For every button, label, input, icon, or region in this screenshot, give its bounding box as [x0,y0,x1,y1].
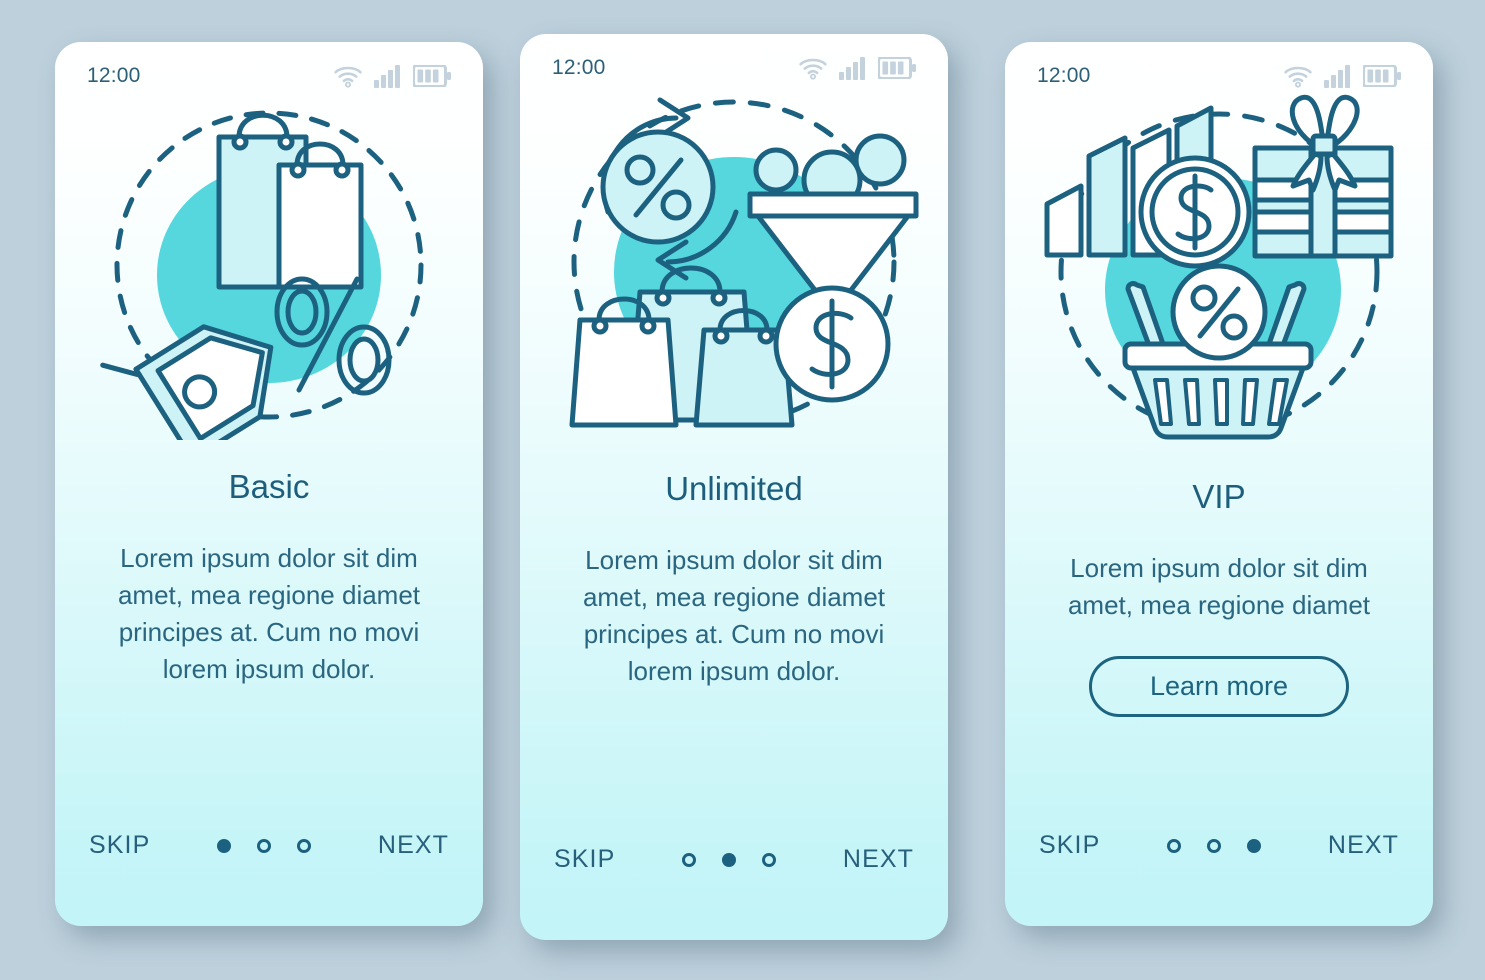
next-button[interactable]: NEXT [843,845,914,874]
status-bar: 12:00 [520,34,948,80]
cta-container: Learn more [1005,656,1433,717]
skip-button[interactable]: SKIP [89,831,150,860]
wifi-icon [1284,66,1312,88]
pagination-dot-1[interactable] [682,852,697,867]
page-title: VIP [1192,478,1246,515]
pagination-dot-3[interactable] [1247,838,1262,853]
status-bar: 12:00 [55,42,483,88]
page-title: Basic [228,468,310,505]
cellular-signal-icon [1324,65,1350,88]
wifi-icon [799,58,827,80]
next-button[interactable]: NEXT [378,831,449,860]
cellular-signal-icon [374,65,400,88]
onboarding-screens-stage: 12:00 Basic Lorem ipsum dolor sit dim am… [0,0,1485,980]
pagination-dot-2[interactable] [722,852,737,867]
pagination-dot-3[interactable] [762,852,777,867]
status-bar-clock: 12:00 [87,64,141,87]
pagination-dot-3[interactable] [297,838,312,853]
onboarding-screen-basic: 12:00 Basic Lorem ipsum dolor sit dim am… [55,42,483,926]
battery-icon [878,57,916,79]
page-description: Lorem ipsum dolor sit dim amet, mea regi… [582,545,886,686]
cellular-signal-icon [839,57,865,80]
status-bar-clock: 12:00 [552,56,606,79]
pagination-dots [1100,838,1328,853]
wifi-icon [334,66,362,88]
learn-more-button[interactable]: Learn more [1088,656,1350,717]
pagination-dot-1[interactable] [217,838,232,853]
status-bar-icons [1283,64,1401,88]
page-title: Unlimited [665,470,803,507]
pagination-dot-2[interactable] [257,838,272,853]
status-bar-icons [798,56,916,80]
skip-button[interactable]: SKIP [1039,831,1100,860]
battery-icon [1363,65,1401,87]
onboarding-screen-vip: 12:00 VIP Lorem ipsum dolor sit dim amet… [1005,42,1433,926]
illustration-vip [1005,90,1433,452]
illustration-unlimited [520,82,948,444]
pagination-dot-1[interactable] [1167,838,1182,853]
pagination-dots [615,852,843,867]
page-description: Lorem ipsum dolor sit dim amet, mea regi… [1067,553,1371,620]
battery-icon [413,65,451,87]
onboarding-footer: SKIP NEXT [55,831,483,860]
pagination-dot-2[interactable] [1207,838,1222,853]
onboarding-footer: SKIP NEXT [1005,831,1433,860]
next-button[interactable]: NEXT [1328,831,1399,860]
status-bar-icons [333,64,451,88]
illustration-basic [55,90,483,440]
onboarding-footer: SKIP NEXT [520,845,948,874]
status-bar: 12:00 [1005,42,1433,88]
onboarding-screen-unlimited: 12:00 Unlimited Lorem ipsum dolor sit di… [520,34,948,940]
status-bar-clock: 12:00 [1037,64,1091,87]
page-description: Lorem ipsum dolor sit dim amet, mea regi… [117,543,421,684]
pagination-dots [150,838,378,853]
skip-button[interactable]: SKIP [554,845,615,874]
